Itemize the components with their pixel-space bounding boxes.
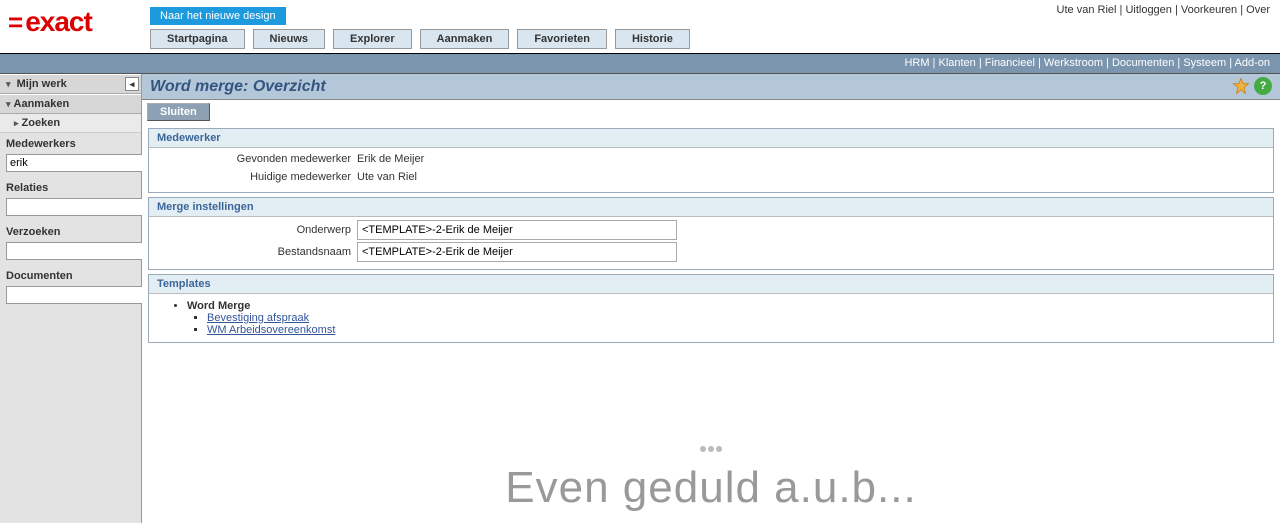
tab-favorieten[interactable]: Favorieten [517, 29, 607, 49]
tab-startpagina[interactable]: Startpagina [150, 29, 245, 49]
sidebar-relaties-input[interactable] [6, 198, 156, 216]
tab-nieuws[interactable]: Nieuws [253, 29, 326, 49]
main: Mijn werk ◂ Aanmaken Zoeken Medewerkers … [0, 74, 1280, 523]
tab-aanmaken[interactable]: Aanmaken [420, 29, 510, 49]
filename-label: Bestandsnaam [157, 246, 357, 258]
loading-text: Even geduld a.u.b... [505, 463, 916, 512]
template-link-1[interactable]: WM Arbeidsovereenkomst [207, 324, 335, 336]
logo: =exact [8, 6, 138, 38]
panel-merge: Merge instellingen Onderwerp Bestandsnaa… [148, 197, 1274, 270]
found-employee-value: Erik de Meijer [357, 153, 424, 165]
sidebar-mijn-werk-label: Mijn werk [17, 78, 67, 90]
sidebar-collapse-icon[interactable]: ◂ [125, 77, 139, 91]
logout-link[interactable]: Uitloggen [1125, 4, 1171, 16]
help-icon[interactable]: ? [1254, 77, 1272, 95]
loading-dots-icon [142, 413, 1280, 463]
subnav: HRM | Klanten | Financieel | Werkstroom … [0, 54, 1280, 74]
panel-merge-head: Merge instellingen [149, 198, 1273, 217]
subnav-werkstroom[interactable]: Werkstroom [1044, 57, 1103, 69]
panel-templates-head: Templates [149, 275, 1273, 294]
page-title: Word merge: Overzicht [150, 78, 326, 96]
subject-label: Onderwerp [157, 224, 357, 236]
current-employee-label: Huidige medewerker [157, 171, 357, 183]
tab-historie[interactable]: Historie [615, 29, 690, 49]
subject-input[interactable] [357, 220, 677, 240]
subnav-addon[interactable]: Add-on [1235, 57, 1270, 69]
sidebar-verzoeken-input[interactable] [6, 242, 156, 260]
panel-medewerker: Medewerker Gevonden medewerker Erik de M… [148, 128, 1274, 193]
subnav-hrm[interactable]: HRM [904, 57, 929, 69]
action-bar: Sluiten [142, 100, 1280, 124]
subnav-systeem[interactable]: Systeem [1183, 57, 1226, 69]
sidebar-verzoeken-label: Verzoeken [0, 221, 141, 240]
close-button[interactable]: Sluiten [147, 103, 210, 121]
loading-overlay: Even geduld a.u.b... [142, 463, 1280, 513]
sidebar-documenten-label: Documenten [0, 265, 141, 284]
subnav-klanten[interactable]: Klanten [938, 57, 975, 69]
content: Word merge: Overzicht ? Sluiten Medewerk… [142, 74, 1280, 523]
sidebar-aanmaken[interactable]: Aanmaken [0, 94, 141, 114]
tab-explorer[interactable]: Explorer [333, 29, 412, 49]
sidebar-medewerkers-label: Medewerkers [0, 133, 141, 152]
user-link[interactable]: Ute van Riel [1057, 4, 1117, 16]
subnav-documenten[interactable]: Documenten [1112, 57, 1174, 69]
header: =exact Ute van Riel | Uitloggen | Voorke… [0, 0, 1280, 54]
panel-templates: Templates Word Merge Bevestiging afspraa… [148, 274, 1274, 343]
template-link-0[interactable]: Bevestiging afspraak [207, 312, 309, 324]
sidebar-mijn-werk[interactable]: Mijn werk ◂ [0, 74, 141, 94]
new-design-button[interactable]: Naar het nieuwe design [150, 7, 286, 25]
template-root: Word Merge [187, 300, 1243, 312]
panel-medewerker-head: Medewerker [149, 129, 1273, 148]
subnav-financieel[interactable]: Financieel [985, 57, 1035, 69]
sidebar-relaties-label: Relaties [0, 177, 141, 196]
found-employee-label: Gevonden medewerker [157, 153, 357, 165]
about-link[interactable]: Over [1246, 4, 1270, 16]
prefs-link[interactable]: Voorkeuren [1181, 4, 1237, 16]
favorite-icon[interactable] [1232, 77, 1250, 95]
sidebar: Mijn werk ◂ Aanmaken Zoeken Medewerkers … [0, 74, 142, 523]
sidebar-zoeken[interactable]: Zoeken [0, 114, 141, 133]
sidebar-documenten-input[interactable] [6, 286, 156, 304]
sidebar-medewerkers-input[interactable] [6, 154, 156, 172]
current-employee-value: Ute van Riel [357, 171, 417, 183]
top-links: Ute van Riel | Uitloggen | Voorkeuren | … [1057, 4, 1270, 16]
main-tabs: Startpagina Nieuws Explorer Aanmaken Fav… [150, 29, 690, 49]
page-title-bar: Word merge: Overzicht ? [142, 74, 1280, 100]
filename-input[interactable] [357, 242, 677, 262]
